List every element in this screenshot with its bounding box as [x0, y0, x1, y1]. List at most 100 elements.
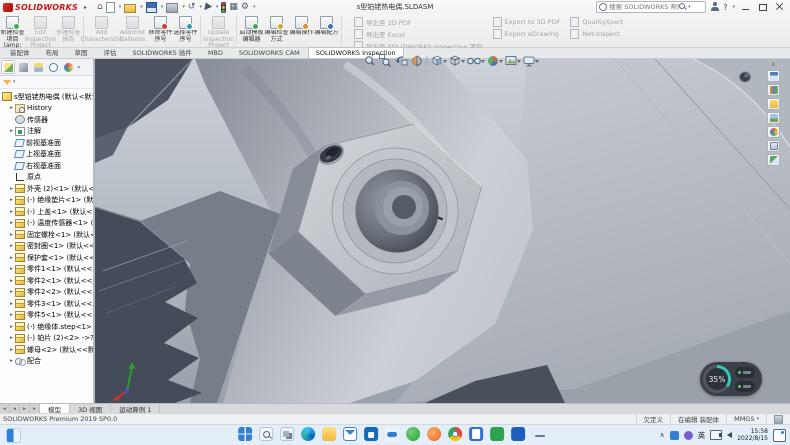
tab-nav-last[interactable]: ▸ [30, 404, 40, 413]
ribbon-edit-operations[interactable]: 编辑操作 [289, 15, 314, 37]
select-dropdown[interactable]: ▾ [216, 4, 219, 10]
store-icon[interactable] [364, 427, 378, 441]
open-dropdown[interactable]: ▾ [140, 4, 143, 10]
search-icon[interactable] [679, 3, 687, 11]
units-selector[interactable]: MMGS▾ [726, 414, 766, 424]
display-style-icon[interactable] [451, 56, 465, 65]
tree-item-history[interactable]: ▸History [2, 103, 93, 115]
task-pane-file-explorer[interactable] [767, 98, 780, 110]
chrome-icon[interactable] [448, 427, 462, 441]
tab-nav-first[interactable]: ◂ [0, 404, 10, 413]
ribbon-launch-template-editor[interactable]: 启动模板编辑器 [239, 15, 264, 43]
section-view-icon[interactable] [413, 56, 421, 67]
clock[interactable]: 15:58 2022/8/15 [737, 428, 768, 442]
tab-assembly[interactable]: 装配体 [2, 45, 38, 58]
open-icon[interactable] [124, 4, 136, 13]
panel-tabs-overflow[interactable]: » [77, 64, 81, 71]
taskbar-search-icon[interactable] [259, 427, 273, 441]
new-dropdown[interactable]: ▾ [119, 4, 122, 10]
tab-display-manager[interactable] [61, 60, 75, 74]
tree-item-component[interactable]: ▸(-) 绝缘垫片<1> (默认<<默认>_显 [2, 195, 93, 207]
search-input[interactable] [609, 3, 679, 12]
recorder-widget[interactable]: 35% [700, 362, 762, 396]
task-pane-custom-properties[interactable] [767, 140, 780, 152]
orange-app-icon[interactable] [427, 427, 441, 441]
minimize-button[interactable] [739, 2, 752, 13]
tab-addins[interactable]: SOLIDWORKS 插件 [125, 45, 200, 58]
wps-icon[interactable] [490, 427, 504, 441]
home-icon[interactable]: ⌂ [97, 2, 103, 12]
task-pane-appearances[interactable] [767, 126, 780, 138]
tab-evaluate[interactable]: 评估 [96, 45, 125, 58]
tree-item-component[interactable]: ▸(-) 温度传感器<1> (默认<<默认>_ [2, 218, 93, 230]
start-button[interactable] [238, 427, 252, 441]
input-language-indicator[interactable]: 英 [698, 430, 706, 441]
ribbon-update-inspection-project[interactable]: Update Inspection Project [203, 15, 234, 50]
ribbon-new-inspection-report[interactable]: 新建检查报告 [56, 15, 81, 43]
maximize-button[interactable] [756, 2, 769, 13]
apply-scene-icon[interactable] [506, 57, 521, 65]
hidden-icons-chevron[interactable]: ∧ [660, 431, 665, 439]
zoom-area-icon[interactable] [380, 55, 391, 67]
zoom-fit-icon[interactable] [366, 57, 374, 65]
doc-tab-model[interactable]: 模型 [40, 404, 70, 413]
doc-tab-motion-study[interactable]: 运动算例 1 [111, 404, 160, 413]
ribbon-add-edit-balloons[interactable]: Add/Edit Balloons [117, 15, 148, 43]
tab-solidworks-cam[interactable]: SOLIDWORKS CAM [231, 47, 308, 58]
widget-button-top[interactable] [735, 367, 755, 378]
qualityxpert[interactable]: QualityXpert [570, 17, 623, 27]
help-dropdown[interactable]: ▾ [732, 4, 735, 10]
tree-item-sensors[interactable]: 传感器 [2, 114, 93, 126]
onedrive-icon[interactable] [385, 427, 399, 441]
export-excel[interactable]: 导出至 Excel [354, 29, 483, 39]
save-icon[interactable] [146, 2, 157, 13]
select-cursor-icon[interactable] [204, 2, 213, 11]
volume-icon[interactable] [727, 432, 732, 438]
doc-tab-3d-views[interactable]: 3D 视图 [70, 404, 111, 413]
mail-icon[interactable] [343, 427, 357, 441]
tree-item-right-plane[interactable]: 右视基准面 [2, 160, 93, 172]
tree-item-origin[interactable]: 原点 [2, 172, 93, 184]
3d-viewport[interactable] [95, 59, 790, 403]
print-icon[interactable] [166, 3, 178, 13]
tab-property-manager[interactable] [16, 60, 30, 74]
edge-icon[interactable] [301, 427, 315, 441]
tree-item-component[interactable]: ▸零件3<1> (默认<<默认>_显示状 [2, 298, 93, 310]
widgets-icon[interactable] [6, 428, 21, 443]
tree-item-top-plane[interactable]: 上视基准面 [2, 149, 93, 161]
tray-app-icon-purple[interactable] [684, 431, 693, 440]
green-app-icon[interactable] [406, 427, 420, 441]
export-2d-pdf[interactable]: 导出至 2D PDF [354, 17, 483, 27]
filter-funnel-icon[interactable] [3, 80, 11, 85]
task-pane-design-library[interactable] [767, 84, 780, 96]
file-properties-icon[interactable]: ▦ [229, 2, 238, 12]
tree-item-component[interactable]: ▸固定螺栓<1> (默认<<默认>_显示 [2, 229, 93, 241]
tree-item-component[interactable]: ▸零件1<1> (默认<<默认>_显示状 [2, 264, 93, 276]
tree-root[interactable]: s型铂铑热电偶 (默认<默认_显示状态-1> [2, 91, 93, 103]
quick-tips-toggle[interactable] [766, 414, 790, 424]
net-inspect[interactable]: Net-Inspect [570, 29, 623, 39]
widget-button-bottom[interactable] [735, 381, 755, 392]
save-dropdown[interactable]: ▾ [161, 4, 164, 10]
tree-item-component[interactable]: ▸零件2<1> (默认<<默认>_显示状 [2, 275, 93, 287]
tab-sketch[interactable]: 草图 [67, 45, 96, 58]
file-explorer-taskbar-icon[interactable] [322, 427, 336, 441]
tree-item-component[interactable]: ▸外壳 (2)<1> (默认<<默认>_显示状 [2, 183, 93, 195]
options-dropdown[interactable]: ▾ [253, 4, 256, 10]
undo-dropdown[interactable]: ▾ [199, 4, 202, 10]
task-pane-collapse-icon[interactable]: ∧ [771, 61, 775, 68]
tree-item-component[interactable]: ▸密封圈<1> (默认<<默认>_显示状 [2, 241, 93, 253]
tree-item-front-plane[interactable]: 前视基准面 [2, 137, 93, 149]
tab-nav-next[interactable]: ▸ [20, 404, 30, 413]
edit-appearance-icon[interactable] [488, 56, 503, 65]
tree-item-component[interactable]: ▸(-) 绝缘体.step<1> (默认<<默认> [2, 321, 93, 333]
tree-filter-row[interactable]: ▾ [0, 76, 93, 89]
ribbon-remove-balloons[interactable]: 移除零件序号 [148, 15, 173, 43]
filter-dropdown[interactable]: ▾ [13, 79, 16, 85]
hide-show-items-icon[interactable] [468, 58, 485, 64]
task-pane-view-palette[interactable] [767, 112, 780, 124]
task-pane-forum[interactable] [767, 154, 780, 166]
search-dropdown[interactable]: ▾ [688, 4, 691, 10]
previous-view-icon[interactable] [396, 57, 407, 65]
tab-nav-prev[interactable]: ◂ [10, 404, 20, 413]
